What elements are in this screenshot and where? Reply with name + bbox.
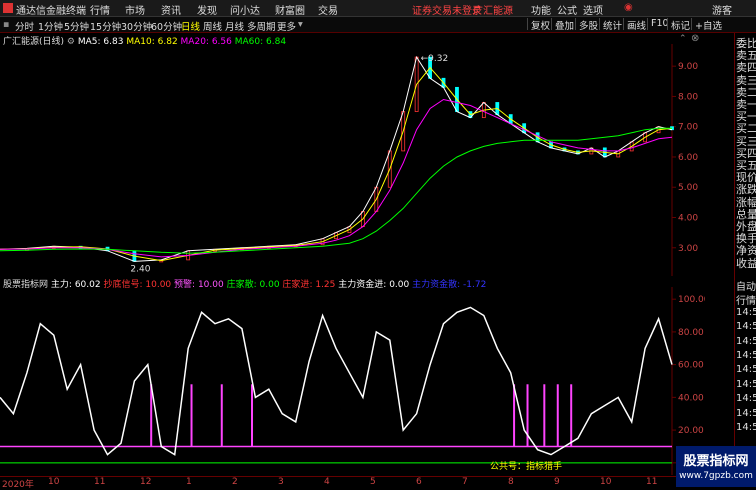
close-pane-icon[interactable]: ⊗ [691, 33, 699, 44]
menu-faxian[interactable]: 发现 [197, 2, 217, 17]
ind-y-tick-label: 100.00 [678, 295, 705, 305]
site-logo: 股票指标网 www.7gpzb.com [676, 446, 756, 487]
watermark-text: 公共号：指标猎手 [490, 460, 562, 472]
ind-y-tick-label: 20.00 [678, 426, 704, 436]
toolbar-grip-icon: ▪ [3, 19, 10, 30]
y-tick-label: 5.00 [678, 183, 698, 193]
x-tick-label: 11 [646, 477, 658, 487]
tab-more[interactable]: 更多 [277, 19, 296, 33]
y-tick-label: 4.00 [678, 214, 698, 224]
x-tick-label: 7 [462, 477, 468, 487]
ma10-line [0, 66, 673, 262]
btn-duogu[interactable]: 多股 [575, 18, 601, 32]
app-logo-icon [3, 3, 13, 13]
x-tick-label: 3 [278, 477, 284, 487]
menu-caifuquan[interactable]: 财富圈 [275, 2, 305, 17]
tab-1min[interactable]: 1分钟 [38, 19, 63, 33]
x-tick-label: 5 [370, 477, 376, 487]
x-tick-label: 2 [232, 477, 238, 487]
x-tick-label: 1 [186, 477, 192, 487]
x-tick-label: 11 [94, 477, 106, 487]
y-tick-label: 3.00 [678, 244, 698, 254]
btn-tongji[interactable]: 统计 [599, 18, 625, 32]
site-logo-url: www.7gpzb.com [679, 471, 753, 481]
sidebar-tick-time: 14:50 [736, 306, 756, 318]
y-tick-label: 8.00 [678, 92, 698, 102]
broker-name[interactable]: 广汇能源 [473, 2, 513, 17]
sidebar-tick-time: 14:50 [736, 350, 756, 361]
sidebar-tick-time: 14:50 [736, 364, 756, 376]
ind-y-tick-label: 60.00 [678, 361, 704, 371]
x-tick-label: 6 [416, 477, 422, 487]
tab-monthly[interactable]: 月线 [225, 19, 244, 33]
tab-60min[interactable]: 60分钟 [151, 19, 182, 33]
indicator-chart[interactable]: 100.0080.0060.0040.0020.000.00公共号：指标猎手 [0, 287, 705, 475]
menu-hangqing[interactable]: 行情 [90, 2, 110, 17]
menu-gongshi[interactable]: 公式 [557, 2, 577, 17]
ma60-line [0, 127, 672, 254]
tab-weekly[interactable]: 周线 [203, 19, 222, 33]
sidebar-tick-time: 行情 [736, 296, 756, 308]
site-logo-name: 股票指标网 [683, 454, 749, 469]
tab-fenshi[interactable]: 分时 [15, 19, 34, 33]
x-axis: 2020年 10 11 12 1 2 3 4 5 6 7 8 9 10 11 [0, 476, 705, 490]
btn-fuquan[interactable]: 复权 [527, 18, 553, 32]
ind-y-tick-label: 80.00 [678, 328, 704, 338]
tab-multi[interactable]: 多周期 [247, 19, 276, 33]
main-chart[interactable]: 9.00 8.00 7.00 6.00 5.00 4.00 3.00 ←9.32 2.40 [0, 44, 705, 276]
app-title: 通达信金融终端 [16, 6, 86, 17]
menu-shichang[interactable]: 市场 [125, 2, 145, 17]
sidebar-tick-time: 自动 [736, 282, 756, 293]
x-tick-label: 10 [600, 477, 612, 487]
period-toolbar: ▪ 分时 1分钟 5分钟 15分钟 30分钟 60分钟 日线 周线 月线 多周期… [0, 17, 756, 33]
menu-bar: 通达信金融终端 行情 市场 资讯 发现 问小达 财富圈 交易 证券交易未登录 广… [0, 0, 756, 17]
btn-diejia[interactable]: 叠加 [551, 18, 577, 32]
x-tick-label: 12 [140, 477, 152, 487]
sidebar-tick-time: 14:50 [736, 378, 756, 390]
btn-biaoji[interactable]: 标记 [667, 18, 693, 32]
menu-zixun[interactable]: 资讯 [161, 2, 181, 17]
quote-sidebar: 委比 卖五 卖四 卖三 卖二 卖一 买一 买二 买三 买四 买五 现价 涨跌 涨幅 总量 外盘 换手 净资 收益 自动… [734, 33, 756, 487]
btn-zixuan[interactable]: +自选 [691, 18, 725, 32]
high-annotation: ←9.32 [421, 54, 449, 64]
sidebar-tick-time: 14:50 [736, 321, 756, 333]
tab-30min[interactable]: 30分钟 [121, 19, 152, 33]
x-tick-label: 10 [48, 477, 60, 487]
menu-xuanxiang[interactable]: 选项 [583, 2, 603, 17]
more-arrow-icon[interactable]: ▾ [298, 19, 303, 30]
menu-wenxiaoda[interactable]: 问小达 [230, 2, 260, 17]
ma20-line [0, 98, 673, 258]
ind-y-tick-label: 40.00 [678, 393, 704, 403]
x-tick-label: 4 [324, 477, 330, 487]
collapse-icon[interactable]: ⌃ [679, 34, 687, 44]
sidebar-tick-time: 14:50 [736, 335, 756, 347]
sidebar-quote-label: 收益 [736, 256, 756, 270]
low-annotation: 2.40 [130, 264, 150, 274]
x-tick-label: 2020年 [2, 480, 34, 490]
btn-huaxian[interactable]: 画线 [623, 18, 649, 32]
sidebar-tick-time: 14:50 [736, 422, 756, 433]
x-tick-label: 9 [554, 477, 560, 487]
menu-youke[interactable]: 游客 [712, 2, 732, 17]
sidebar-tick-time: 14:50 [736, 393, 756, 405]
tab-15min[interactable]: 15分钟 [90, 19, 121, 33]
tab-5min[interactable]: 5分钟 [64, 19, 89, 33]
x-tick-label: 8 [508, 477, 514, 487]
y-tick-label: 9.00 [678, 62, 698, 72]
ma5-line [0, 55, 673, 262]
login-notice[interactable]: 证券交易未登录 [412, 2, 482, 17]
menu-gongneng[interactable]: 功能 [531, 2, 551, 17]
y-tick-label: 6.00 [678, 153, 698, 163]
tab-daily[interactable]: 日线 [181, 19, 200, 33]
sidebar-tick-time: 14:50 [736, 407, 756, 419]
menu-jiaoyi[interactable]: 交易 [318, 2, 338, 17]
user-icon[interactable]: ◉ [624, 2, 633, 13]
y-tick-label: 7.00 [678, 123, 698, 133]
